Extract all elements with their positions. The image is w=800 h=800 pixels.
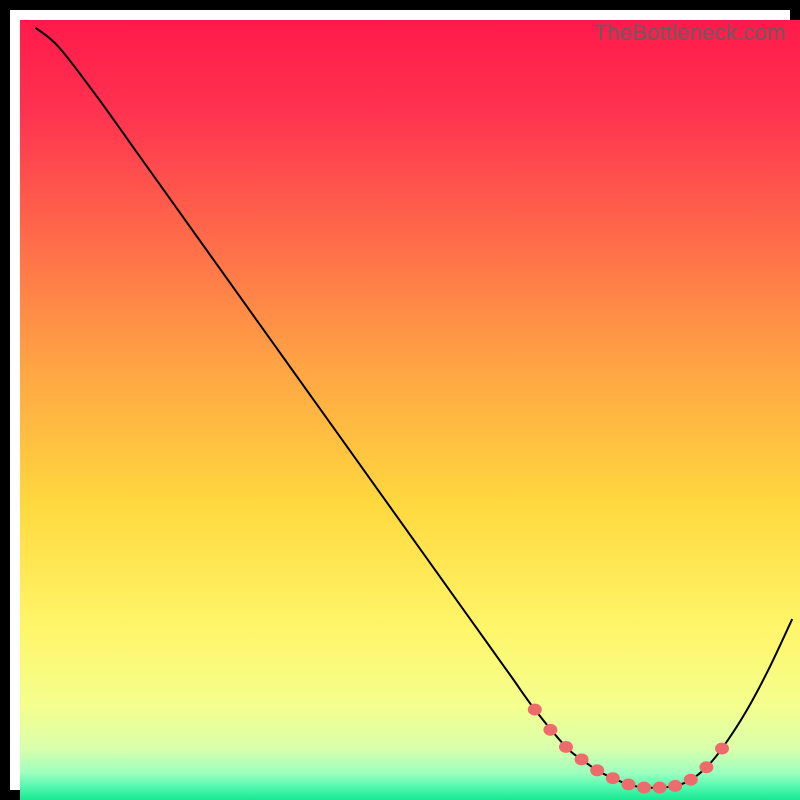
marker-dot <box>606 772 620 784</box>
bottleneck-curve <box>36 28 793 788</box>
marker-dot <box>684 774 698 786</box>
optimal-range-markers <box>528 704 729 794</box>
marker-dot <box>559 741 573 753</box>
marker-dot <box>653 782 667 794</box>
plot-area: TheBottleneck.com <box>20 20 800 800</box>
marker-dot <box>575 753 589 765</box>
watermark-text: TheBottleneck.com <box>594 20 786 46</box>
curve-layer <box>20 20 800 800</box>
marker-dot <box>637 782 651 794</box>
marker-dot <box>590 764 604 776</box>
marker-dot <box>699 761 713 773</box>
chart-frame: TheBottleneck.com <box>0 0 800 800</box>
marker-dot <box>621 778 635 790</box>
marker-dot <box>528 704 542 716</box>
marker-dot <box>715 743 729 755</box>
marker-dot <box>668 780 682 792</box>
marker-dot <box>543 724 557 736</box>
